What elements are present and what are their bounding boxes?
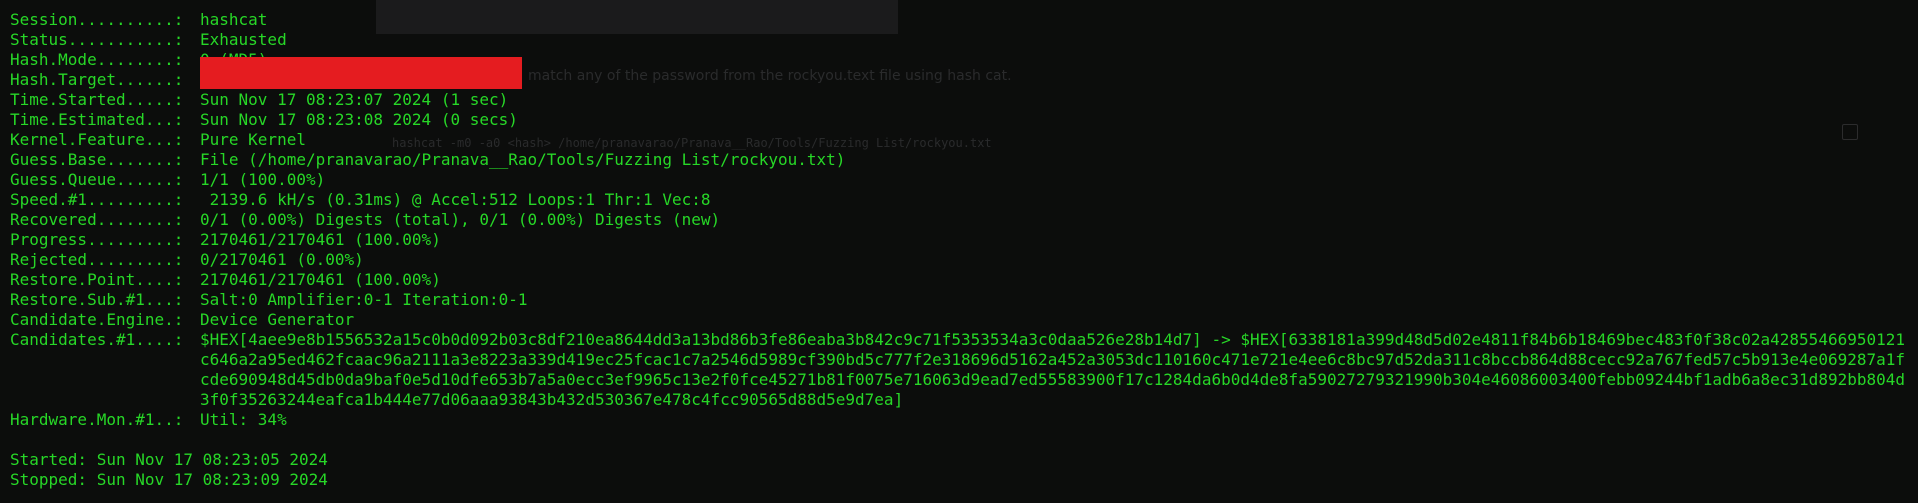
- status-row: Restore.Sub.#1...: Salt:0 Amplifier:0-1 I…: [10, 290, 1908, 310]
- status-value: Device Generator: [200, 310, 355, 329]
- status-key: Guess.Queue......:: [10, 170, 184, 189]
- status-row: Restore.Point....: 2170461/2170461 (100.0…: [10, 270, 1908, 290]
- status-row: Candidate.Engine.: Device Generator: [10, 310, 1908, 330]
- status-row: Guess.Base.......: File (/home/pranavarao…: [10, 150, 1908, 170]
- status-value: Salt:0 Amplifier:0-1 Iteration:0-1: [200, 290, 528, 309]
- hardware-key: Hardware.Mon.#1..:: [10, 410, 184, 429]
- status-key: Session..........:: [10, 10, 184, 29]
- candidates-row: Candidates.#1....: $HEX[4aee9e8b1556532a…: [10, 330, 1908, 410]
- status-row: Recovered........: 0/1 (0.00%) Digests (t…: [10, 210, 1908, 230]
- status-value: 1/1 (100.00%): [200, 170, 326, 189]
- status-key: Time.Estimated...:: [10, 110, 184, 129]
- status-row: Status...........: Exhausted: [10, 30, 1908, 50]
- status-row: Session..........: hashcat: [10, 10, 1908, 30]
- status-row: Progress.........: 2170461/2170461 (100.0…: [10, 230, 1908, 250]
- status-value: hashcat: [200, 10, 268, 29]
- redaction-bar: [200, 57, 522, 89]
- hardware-row: Hardware.Mon.#1..: Util: 34%: [10, 410, 1908, 430]
- status-key: Status...........:: [10, 30, 184, 49]
- status-row: Rejected.........: 0/2170461 (0.00%): [10, 250, 1908, 270]
- hardware-value: Util: 34%: [200, 410, 287, 429]
- status-key: Restore.Point....:: [10, 270, 184, 289]
- status-value: Exhausted: [200, 30, 287, 49]
- candidates-key: Candidates.#1....:: [10, 330, 184, 349]
- status-value: 2139.6 kH/s (0.31ms) @ Accel:512 Loops:1…: [200, 190, 711, 209]
- stopped-line: Stopped: Sun Nov 17 08:23:09 2024: [10, 470, 328, 489]
- status-row: Time.Estimated...: Sun Nov 17 08:23:08 20…: [10, 110, 1908, 130]
- status-value: 0/1 (0.00%) Digests (total), 0/1 (0.00%)…: [200, 210, 721, 229]
- status-row: Guess.Queue......: 1/1 (100.00%): [10, 170, 1908, 190]
- status-key: Recovered........:: [10, 210, 184, 229]
- status-value: 0/2170461 (0.00%): [200, 250, 364, 269]
- status-row: Kernel.Feature...: Pure Kernel: [10, 130, 1908, 150]
- status-key: Kernel.Feature...:: [10, 130, 184, 149]
- status-row: Time.Started.....: Sun Nov 17 08:23:07 20…: [10, 90, 1908, 110]
- status-key: Hash.Target......:: [10, 70, 184, 89]
- status-key: Candidate.Engine.:: [10, 310, 184, 329]
- status-value: 2170461/2170461 (100.00%): [200, 230, 441, 249]
- status-value: Sun Nov 17 08:23:07 2024 (1 sec): [200, 90, 509, 109]
- candidates-value: $HEX[4aee9e8b1556532a15c0b0d092b03c8df21…: [200, 330, 1906, 409]
- status-value: File (/home/pranavarao/Pranava__Rao/Tool…: [200, 150, 846, 169]
- started-line: Started: Sun Nov 17 08:23:05 2024: [10, 450, 328, 469]
- status-key: Guess.Base.......:: [10, 150, 184, 169]
- status-key: Restore.Sub.#1...:: [10, 290, 184, 309]
- status-value: Pure Kernel: [200, 130, 306, 149]
- status-key: Speed.#1.........:: [10, 190, 184, 209]
- status-key: Progress.........:: [10, 230, 184, 249]
- status-value: 2170461/2170461 (100.00%): [200, 270, 441, 289]
- status-row: Speed.#1.........: 2139.6 kH/s (0.31ms) …: [10, 190, 1908, 210]
- status-key: Rejected.........:: [10, 250, 184, 269]
- status-key: Hash.Mode........:: [10, 50, 184, 69]
- status-key: Time.Started.....:: [10, 90, 184, 109]
- status-value: Sun Nov 17 08:23:08 2024 (0 secs): [200, 110, 518, 129]
